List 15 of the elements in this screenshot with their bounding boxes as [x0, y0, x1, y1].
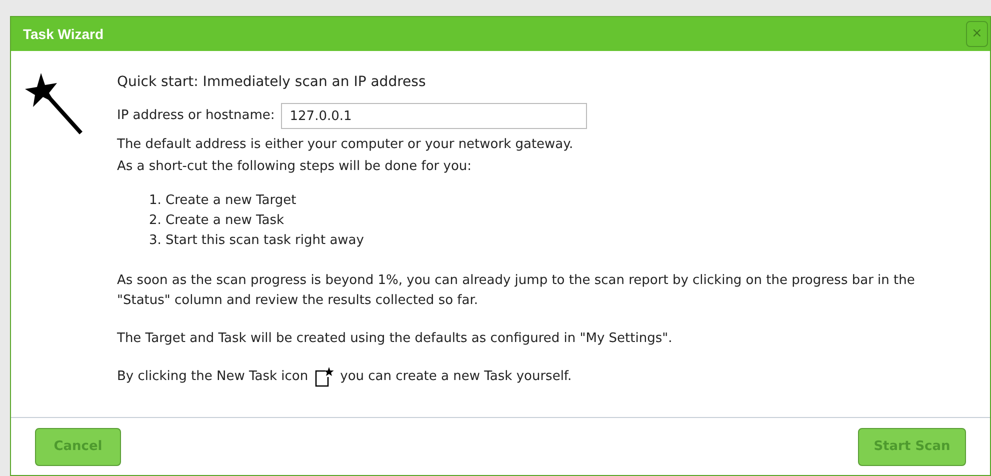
hint-text: you can create a new Task yourself. — [340, 368, 572, 386]
step-item: 2. Create a new Task — [149, 212, 286, 230]
note: The default address is either your computer or your network gateway. — [117, 136, 574, 154]
heading: Quick start: Immediately scan an IP address — [117, 73, 427, 91]
step-item: 1. Create a new Target — [149, 192, 298, 210]
field-label: IP address or hostname: — [117, 107, 275, 126]
host-input[interactable]: 127.0.0.1 — [280, 103, 587, 129]
close-button[interactable]: × — [966, 21, 988, 47]
paragraph: As soon as the scan progress is beyond 1%, you can already jump to the scan report by clicking on the progress bar in the "Status" column and review the results collected so far. — [117, 272, 916, 310]
step-item: 3. Start this scan task right away — [149, 232, 365, 250]
window-title: Task Wizard — [23, 24, 104, 44]
note: As a short-cut the following steps will be done for you: — [117, 158, 473, 176]
paragraph: The Target and Task will be created using the defaults as configured in "My Settings". — [117, 330, 674, 348]
new-task-icon — [314, 367, 334, 387]
hint-text: By clicking the New Task icon — [117, 368, 308, 386]
